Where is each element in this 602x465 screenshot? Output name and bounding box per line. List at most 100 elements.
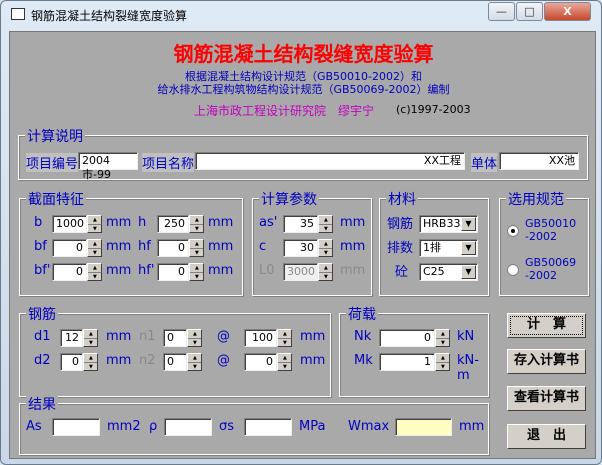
d2-input[interactable]: 0	[60, 353, 83, 371]
code-radio-gb50010[interactable]	[507, 225, 519, 237]
l0-input: 3000	[283, 263, 318, 281]
group-calc-desc: 计算说明 项目编号 2004市-99 项目名称 XX工程 单体 XX池	[18, 126, 588, 181]
unit: mm	[340, 239, 366, 254]
close-button[interactable]: X	[544, 2, 591, 21]
d2-label: d2	[34, 353, 51, 368]
app-icon	[11, 8, 25, 20]
hf-spinner[interactable]: ▲ ▼	[189, 239, 204, 257]
b-input[interactable]: 1000	[52, 215, 87, 233]
as-unit: mm2	[107, 419, 141, 434]
nk-label: Nk	[354, 329, 372, 344]
hf-prime-spinner[interactable]: ▲ ▼	[189, 263, 204, 281]
h-spinner[interactable]: ▲ ▼	[189, 215, 204, 233]
mk-label: Mk	[354, 353, 373, 368]
unit: mm	[106, 263, 132, 278]
b-spinner[interactable]: ▲ ▼	[87, 215, 102, 233]
n2-spinner[interactable]: ▲ ▼	[187, 353, 202, 371]
code-radio-gb50069[interactable]	[507, 264, 519, 276]
rho-label: ρ	[149, 419, 158, 434]
legend: 荷载	[346, 304, 378, 324]
maximize-button[interactable]: □	[516, 2, 543, 21]
nk-input[interactable]: 0	[379, 329, 435, 347]
hf-input[interactable]: 0	[157, 239, 189, 257]
unit: mm	[106, 239, 132, 254]
b-label: b	[34, 215, 43, 230]
concrete-select[interactable]: C25 ▼	[419, 263, 478, 281]
window-title: 钢筋混凝土结构裂缝宽度验算	[31, 9, 188, 23]
client-area: 钢筋混凝土结构裂缝宽度验算 根据混凝土结构设计规范（GB50010-2002）和…	[9, 31, 596, 459]
unit: mm	[208, 239, 234, 254]
as-spinner[interactable]: ▲ ▼	[318, 215, 333, 233]
hf-prime-input[interactable]: 0	[157, 263, 189, 281]
unit: mm	[208, 215, 234, 230]
code-option-gb50010[interactable]: GB50010 -2002	[525, 217, 576, 243]
legend: 选用规范	[506, 189, 566, 209]
legend: 截面特征	[26, 189, 86, 209]
l0-spinner: ▲ ▼	[318, 263, 333, 281]
rows-label: 排数	[387, 241, 414, 256]
n2-input[interactable]: 0	[163, 353, 187, 371]
unit: mm	[340, 215, 366, 230]
sigma-label: σs	[219, 419, 235, 434]
unit: mm	[300, 329, 326, 344]
bf-input[interactable]: 0	[52, 239, 87, 257]
bf-prime-input[interactable]: 0	[52, 263, 87, 281]
chevron-down-icon[interactable]: ▼	[461, 265, 476, 279]
n2-label: n2	[139, 353, 156, 368]
c-spinner[interactable]: ▲ ▼	[318, 239, 333, 257]
s2-spinner[interactable]: ▲ ▼	[277, 353, 292, 371]
chevron-down-icon[interactable]: ▼	[461, 241, 476, 255]
d1-label: d1	[34, 329, 51, 344]
n1-input[interactable]: 0	[163, 329, 187, 347]
legend: 钢筋	[26, 304, 58, 324]
at-label: @	[217, 353, 230, 368]
author: 上海市政工程设计研究院 缪宇宁	[194, 104, 375, 118]
chevron-down-icon[interactable]: ▼	[461, 217, 476, 231]
steel-select[interactable]: HRB335 ▼	[419, 215, 478, 233]
c-label: c	[259, 239, 267, 254]
nk-spinner[interactable]: ▲ ▼	[435, 329, 450, 347]
save-report-button[interactable]: 存入计算书	[507, 349, 586, 374]
bf-spinner[interactable]: ▲ ▼	[87, 239, 102, 257]
d1-input[interactable]: 12	[60, 329, 83, 347]
nk-unit: kN	[457, 329, 475, 344]
s1-spinner[interactable]: ▲ ▼	[277, 329, 292, 347]
unit: mm	[106, 353, 132, 368]
h-label: h	[138, 215, 147, 230]
view-report-button[interactable]: 查看计算书	[507, 386, 586, 411]
rho-output	[164, 418, 212, 436]
group-section: 截面特征 b 1000 ▲ ▼ mm h 250 ▲ ▼ mm bf 0 ▲ ▼ mm…	[19, 189, 243, 296]
project-no-input[interactable]: 2004市-99	[78, 152, 138, 181]
as-result-output	[52, 418, 100, 436]
calculate-button[interactable]: 计 算	[507, 313, 586, 338]
legend: 计算说明	[25, 126, 85, 146]
minimize-button[interactable]: —	[488, 2, 515, 21]
d1-spinner[interactable]: ▲ ▼	[83, 329, 98, 347]
project-name-input[interactable]: XX工程	[195, 152, 465, 170]
code-option-gb50069[interactable]: GB50069 -2002	[525, 256, 576, 282]
mk-spinner[interactable]: ▲ ▼	[435, 353, 450, 371]
unit: mm	[340, 263, 366, 278]
group-material: 材料 钢筋 HRB335 ▼ 排数 1排 ▼ 砼 C25 ▼	[379, 189, 489, 296]
unit: mm	[208, 263, 234, 278]
mk-input[interactable]: 1	[379, 353, 435, 371]
unit-input[interactable]: XX池	[499, 152, 579, 170]
unit: mm	[106, 329, 132, 344]
s1-input[interactable]: 100	[244, 329, 277, 347]
h-input[interactable]: 250	[157, 215, 189, 233]
exit-button[interactable]: 退 出	[507, 424, 586, 449]
as-result-label: As	[26, 419, 42, 434]
group-load: 荷载 Nk 0 ▲ ▼ kN Mk 1 ▲ ▼ kN-m	[339, 304, 489, 397]
group-code: 选用规范 GB50010 -2002 GB50069 -2002	[499, 189, 589, 296]
wmax-label: Wmax	[348, 419, 390, 434]
concrete-label: 砼	[395, 265, 409, 280]
s2-input[interactable]: 0	[244, 353, 277, 371]
as-input[interactable]: 35	[283, 215, 318, 233]
l0-label: L0	[259, 263, 275, 278]
bf-prime-spinner[interactable]: ▲ ▼	[87, 263, 102, 281]
d2-spinner[interactable]: ▲ ▼	[83, 353, 98, 371]
rows-select[interactable]: 1排 ▼	[419, 239, 478, 257]
c-input[interactable]: 30	[283, 239, 318, 257]
n1-spinner[interactable]: ▲ ▼	[187, 329, 202, 347]
project-no-label: 项目编号	[26, 153, 79, 172]
